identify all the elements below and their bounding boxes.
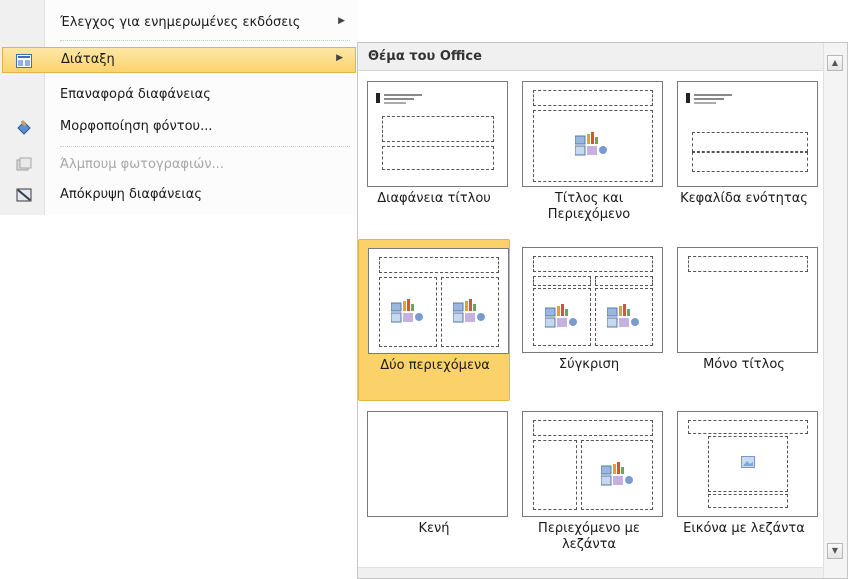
content-icons-icon bbox=[575, 132, 607, 156]
menu-item-label: Έλεγχος για ενημερωμένες εκδόσεις bbox=[60, 15, 301, 30]
layout-thumbnail bbox=[367, 411, 508, 517]
title-placeholder bbox=[688, 420, 808, 434]
layout-name: Μόνο τίτλος bbox=[703, 357, 785, 372]
caption-placeholder bbox=[533, 440, 577, 510]
layout-title-slide[interactable]: Διαφάνεια τίτλου bbox=[358, 73, 510, 235]
content-icons-icon bbox=[391, 299, 423, 323]
menu-item-label: Απόκρυψη διαφάνειας bbox=[60, 187, 203, 202]
menu-separator bbox=[60, 146, 350, 147]
context-menu: Έλεγχος για ενημερωμένες εκδόσεις ▶ Διάτ… bbox=[0, 0, 357, 215]
gallery-footer-strip bbox=[358, 567, 823, 578]
menu-item-photo-album: Άλμπουμ φωτογραφιών... bbox=[0, 152, 357, 178]
layout-comparison[interactable]: Σύγκριση bbox=[513, 239, 665, 401]
content-icons-icon bbox=[545, 304, 577, 328]
submenu-arrow-icon: ▶ bbox=[338, 16, 345, 26]
layout-thumbnail bbox=[522, 81, 663, 187]
gallery-header: Θέμα του Office bbox=[358, 43, 823, 71]
scroll-down-icon: ▼ bbox=[831, 546, 839, 555]
layout-title-and-content[interactable]: Τίτλος και Περιεχόμενο bbox=[513, 73, 665, 235]
layout-name: Εικόνα με λεζάντα bbox=[683, 521, 805, 536]
layout-thumbnail bbox=[677, 81, 818, 187]
menu-item-label: Μορφοποίηση φόντου... bbox=[60, 119, 213, 134]
hide-slide-icon bbox=[16, 188, 32, 202]
layout-title-only[interactable]: Μόνο τίτλος bbox=[668, 239, 820, 401]
layout-thumbnail bbox=[368, 248, 509, 354]
layout-name: Κεφαλίδα ενότητας bbox=[680, 191, 808, 206]
layout-two-content[interactable]: Δύο περιεχόμενα bbox=[358, 239, 510, 401]
layout-thumbnail bbox=[677, 411, 818, 517]
layout-thumbnail bbox=[367, 81, 508, 187]
photo-album-icon bbox=[16, 157, 32, 171]
logo-icon bbox=[376, 93, 422, 104]
logo-icon bbox=[686, 93, 732, 104]
title-placeholder bbox=[692, 132, 808, 152]
layout-icon bbox=[16, 54, 32, 68]
subtitle-placeholder bbox=[382, 146, 494, 170]
layout-thumbnail bbox=[677, 247, 818, 353]
scroll-down-button[interactable]: ▼ bbox=[827, 543, 843, 559]
title-placeholder bbox=[382, 116, 494, 142]
layout-picture-with-caption[interactable]: Εικόνα με λεζάντα bbox=[668, 403, 820, 565]
menu-separator bbox=[60, 40, 350, 41]
layout-name: Τίτλος και Περιεχόμενο bbox=[547, 191, 631, 222]
menu-item-reset-slide[interactable]: Επαναφορά διαφάνειας bbox=[0, 82, 357, 108]
scroll-up-icon: ▲ bbox=[831, 58, 839, 67]
layout-blank[interactable]: Κενή bbox=[358, 403, 510, 565]
layout-name: Δύο περιεχόμενα bbox=[380, 358, 490, 373]
content-icons-icon bbox=[607, 304, 639, 328]
menu-item-check-updates[interactable]: Έλεγχος για ενημερωμένες εκδόσεις ▶ bbox=[0, 10, 357, 36]
title-placeholder bbox=[688, 256, 808, 272]
menu-item-label: Διάταξη bbox=[61, 52, 115, 67]
menu-item-label: Επαναφορά διαφάνειας bbox=[60, 87, 211, 102]
title-placeholder bbox=[533, 90, 653, 106]
heading-placeholder-right bbox=[595, 276, 653, 286]
format-background-icon bbox=[17, 119, 31, 135]
content-icons-icon bbox=[601, 462, 633, 486]
content-icons-icon bbox=[453, 299, 485, 323]
submenu-arrow-icon: ▶ bbox=[336, 53, 343, 63]
title-placeholder bbox=[533, 420, 653, 436]
text-placeholder bbox=[692, 152, 808, 172]
layout-gallery: Θέμα του Office ▲ ▼ Διαφάνεια τίτλου Τίτ… bbox=[357, 42, 848, 579]
menu-item-label: Άλμπουμ φωτογραφιών... bbox=[60, 157, 224, 172]
menu-item-format-background[interactable]: Μορφοποίηση φόντου... bbox=[0, 114, 357, 140]
layout-thumbnail bbox=[522, 247, 663, 353]
layout-name: Περιεχόμενο με λεζάντα bbox=[538, 521, 640, 552]
heading-placeholder-left bbox=[533, 276, 591, 286]
layout-name: Κενή bbox=[418, 521, 450, 536]
gallery-header-title: Θέμα του Office bbox=[368, 49, 482, 64]
layout-content-with-caption[interactable]: Περιεχόμενο με λεζάντα bbox=[513, 403, 665, 565]
picture-icon bbox=[741, 456, 755, 468]
layout-section-header[interactable]: Κεφαλίδα ενότητας bbox=[668, 73, 820, 235]
menu-item-hide-slide[interactable]: Απόκρυψη διαφάνειας bbox=[0, 182, 357, 208]
title-placeholder bbox=[533, 256, 653, 272]
scroll-up-button[interactable]: ▲ bbox=[827, 55, 843, 71]
layout-name: Σύγκριση bbox=[558, 357, 620, 372]
menu-item-layout[interactable]: Διάταξη ▶ bbox=[2, 47, 356, 73]
caption-placeholder bbox=[708, 494, 788, 508]
title-placeholder bbox=[379, 257, 499, 273]
layout-thumbnail bbox=[522, 411, 663, 517]
gallery-scrollbar[interactable]: ▲ ▼ bbox=[823, 43, 847, 578]
layout-name: Διαφάνεια τίτλου bbox=[377, 191, 491, 206]
